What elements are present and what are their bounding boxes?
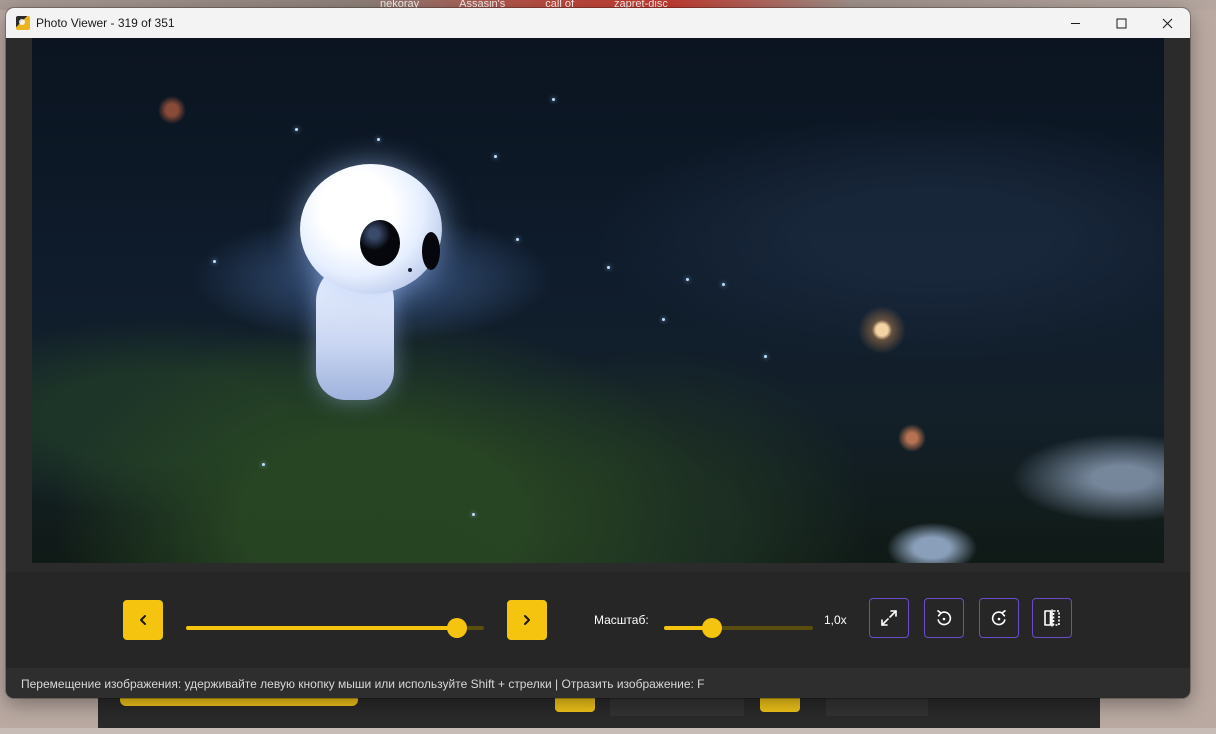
zoom-value: 1,0x bbox=[824, 613, 847, 627]
flip-horizontal-icon bbox=[1044, 609, 1060, 627]
rotate-left-icon bbox=[937, 609, 952, 626]
image-viewport[interactable] bbox=[6, 38, 1190, 572]
sparkle bbox=[764, 355, 767, 358]
sparkle bbox=[494, 155, 497, 158]
background-button bbox=[760, 698, 800, 712]
chevron-right-icon bbox=[524, 615, 530, 625]
chevron-left-icon bbox=[140, 615, 146, 625]
sparkle bbox=[552, 98, 555, 101]
sparkle bbox=[722, 283, 725, 286]
rotate-right-icon bbox=[991, 609, 1006, 626]
close-icon bbox=[1162, 18, 1172, 28]
sparkle bbox=[472, 513, 475, 516]
background-button bbox=[555, 698, 595, 712]
rotate-right-button[interactable] bbox=[979, 598, 1019, 638]
next-button[interactable] bbox=[507, 600, 547, 640]
maximize-button[interactable] bbox=[1098, 8, 1144, 38]
spirit-figure-eye bbox=[360, 220, 400, 266]
desktop-background-bottom bbox=[0, 728, 1216, 734]
status-bar: Перемещение изображения: удерживайте лев… bbox=[6, 668, 1190, 698]
photo-viewer-window: Photo Viewer - 319 of 351 Масштаб: 1,0x … bbox=[6, 8, 1190, 698]
sparkle bbox=[607, 266, 610, 269]
rotate-left-button[interactable] bbox=[924, 598, 964, 638]
fullscreen-button[interactable] bbox=[869, 598, 909, 638]
minimize-icon bbox=[1070, 22, 1080, 24]
sparkle bbox=[377, 138, 380, 141]
background-field bbox=[610, 698, 744, 716]
zoom-slider[interactable] bbox=[664, 618, 813, 638]
window-controls bbox=[1052, 8, 1190, 38]
spirit-figure-eye bbox=[422, 232, 440, 270]
sparkle bbox=[662, 318, 665, 321]
minimize-button[interactable] bbox=[1052, 8, 1098, 38]
zoom-label: Масштаб: bbox=[594, 613, 649, 627]
photo-viewer-icon bbox=[16, 16, 30, 30]
close-button[interactable] bbox=[1144, 8, 1190, 38]
window-title: Photo Viewer - 319 of 351 bbox=[36, 16, 175, 30]
sparkle bbox=[295, 128, 298, 131]
spirit-figure-nose bbox=[408, 268, 412, 272]
zoom-slider-thumb[interactable] bbox=[702, 618, 722, 638]
sparkle bbox=[262, 463, 265, 466]
image-position-slider-fill bbox=[186, 626, 457, 630]
title-bar[interactable]: Photo Viewer - 319 of 351 bbox=[6, 8, 1190, 38]
image-position-slider[interactable] bbox=[186, 618, 484, 638]
control-bar: Масштаб: 1,0x bbox=[6, 572, 1190, 668]
background-field bbox=[826, 698, 928, 716]
previous-button[interactable] bbox=[123, 600, 163, 640]
flip-button[interactable] bbox=[1032, 598, 1072, 638]
expand-arrows-icon bbox=[881, 610, 897, 626]
image-position-slider-thumb[interactable] bbox=[447, 618, 467, 638]
background-slider bbox=[120, 698, 358, 706]
sparkle bbox=[213, 260, 216, 263]
photo-image[interactable] bbox=[32, 38, 1164, 563]
sparkle bbox=[516, 238, 519, 241]
sparkle bbox=[686, 278, 689, 281]
status-hint-text: Перемещение изображения: удерживайте лев… bbox=[21, 677, 705, 691]
maximize-icon bbox=[1116, 18, 1126, 28]
